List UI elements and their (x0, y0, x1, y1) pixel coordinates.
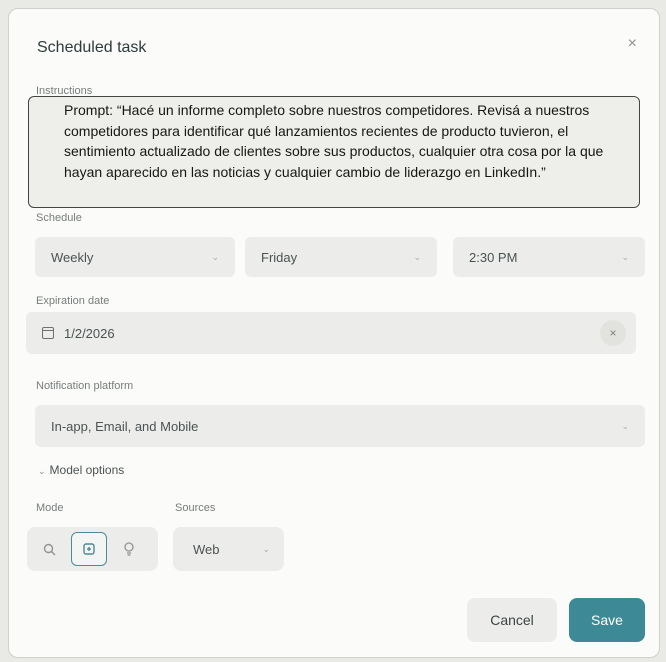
sources-label: Sources (175, 502, 216, 514)
day-select[interactable]: Friday ⌄ (245, 237, 437, 277)
model-options-toggle[interactable]: ⌄ Model options (38, 463, 124, 477)
close-icon[interactable]: × (628, 35, 637, 53)
compass-icon[interactable] (71, 532, 107, 566)
chevron-down-icon: ⌄ (38, 466, 46, 476)
frequency-value: Weekly (51, 249, 94, 265)
mode-selector (27, 527, 158, 571)
scheduled-task-dialog: Scheduled task × Instructions Prompt: “H… (8, 8, 660, 658)
mode-label: Mode (36, 502, 64, 514)
day-value: Friday (261, 249, 298, 265)
dialog-title: Scheduled task (37, 39, 147, 56)
frequency-select[interactable]: Weekly ⌄ (35, 237, 235, 277)
search-icon[interactable] (35, 535, 63, 563)
time-select[interactable]: 2:30 PM ⌄ (453, 237, 645, 277)
cancel-button[interactable]: Cancel (467, 598, 557, 642)
notification-select[interactable]: In-app, Email, and Mobile ⌄ (35, 405, 645, 447)
expiration-label: Expiration date (36, 295, 110, 307)
time-value: 2:30 PM (469, 249, 518, 265)
schedule-label: Schedule (36, 212, 82, 224)
instructions-field[interactable]: Prompt: “Hacé un informe completo sobre … (28, 96, 640, 208)
chevron-down-icon: ⌄ (211, 251, 219, 262)
lightbulb-icon[interactable] (115, 535, 143, 563)
notification-value: In-app, Email, and Mobile (51, 418, 199, 434)
notification-label: Notification platform (36, 380, 134, 392)
calendar-icon (42, 327, 54, 339)
sources-value: Web (193, 541, 220, 557)
expiration-value: 1/2/2026 (64, 325, 115, 341)
chevron-down-icon: ⌄ (413, 251, 421, 262)
expiration-date-field[interactable]: 1/2/2026 × (26, 312, 636, 354)
clear-date-icon[interactable]: × (600, 320, 626, 346)
chevron-down-icon: ⌄ (621, 251, 629, 262)
chevron-down-icon: ⌄ (262, 543, 270, 554)
save-button[interactable]: Save (569, 598, 645, 642)
sources-select[interactable]: Web ⌄ (173, 527, 284, 571)
chevron-down-icon: ⌄ (621, 420, 629, 431)
model-options-label: Model options (49, 463, 125, 477)
